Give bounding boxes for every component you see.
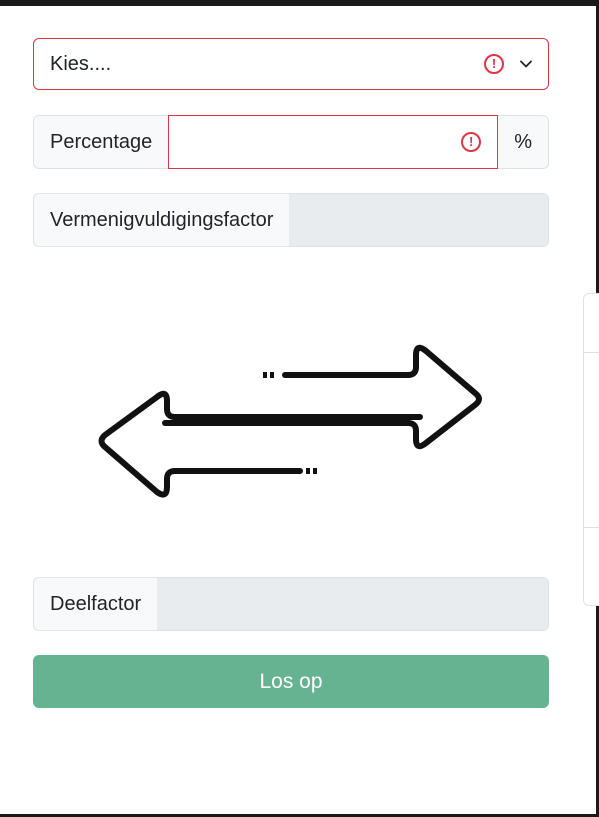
multiplier-label: Vermenigvuldigingsfactor <box>33 193 290 247</box>
window-top-border <box>0 0 599 6</box>
type-select-value: Kies.... <box>50 52 112 75</box>
solve-button[interactable]: Los op <box>33 655 549 708</box>
divisor-group: Deelfactor <box>33 577 549 631</box>
side-panel <box>583 293 599 606</box>
exclamation-circle-icon: ! <box>484 54 504 74</box>
divisor-label: Deelfactor <box>33 577 158 631</box>
percentage-group: Percentage ! % <box>33 115 549 169</box>
divisor-field <box>157 577 549 631</box>
percent-unit: % <box>498 115 549 169</box>
multiplier-field <box>289 193 549 247</box>
chevron-down-icon <box>520 60 532 68</box>
multiplier-group: Vermenigvuldigingsfactor <box>33 193 549 247</box>
percentage-input[interactable] <box>185 129 462 155</box>
exclamation-circle-icon: ! <box>461 132 482 152</box>
type-select[interactable]: Kies.... ! <box>33 38 549 90</box>
swap-arrows-icon <box>98 344 482 498</box>
percentage-field[interactable]: ! <box>168 115 499 169</box>
percentage-label: Percentage <box>33 115 169 169</box>
